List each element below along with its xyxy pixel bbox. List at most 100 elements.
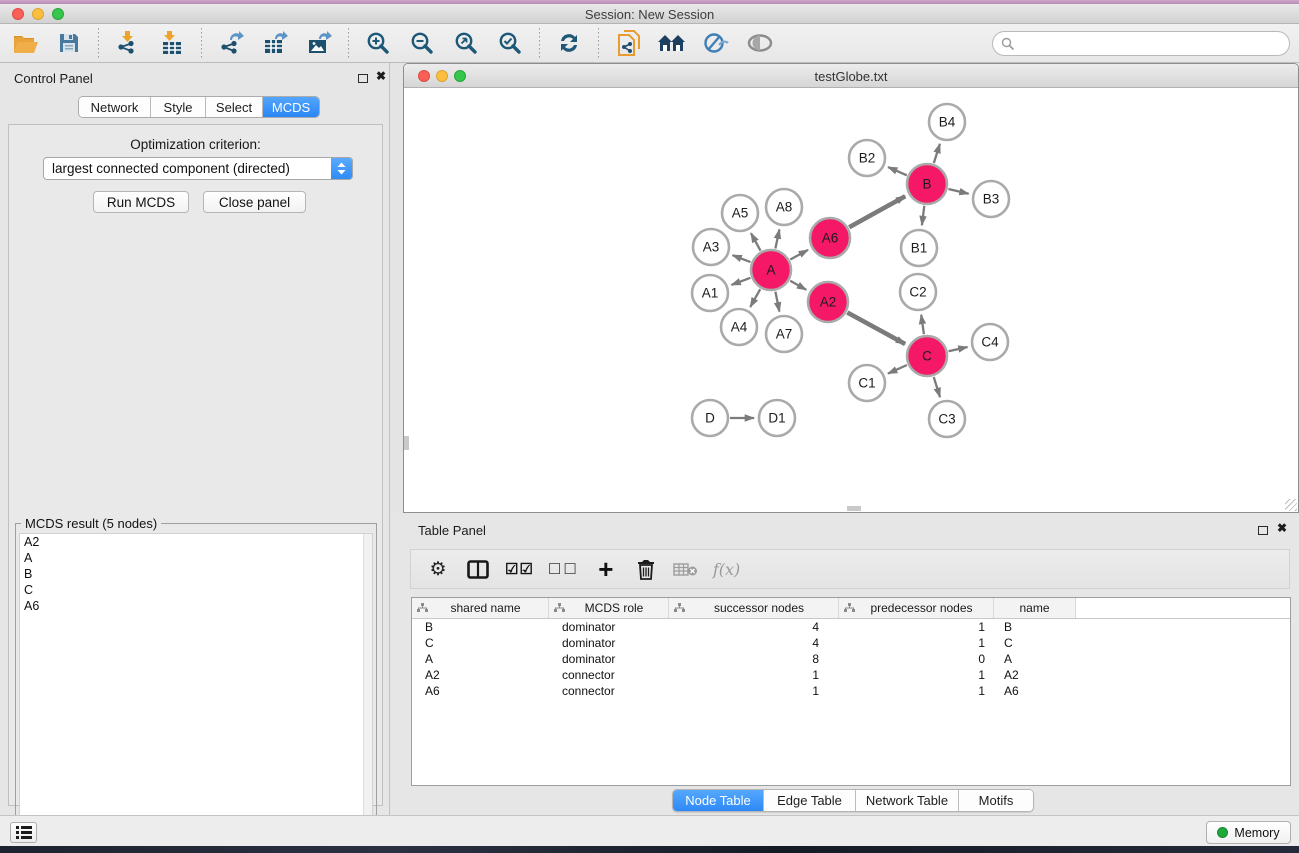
function-builder-button[interactable]: f(x): [713, 555, 740, 583]
graph-node-label: B2: [859, 151, 876, 166]
list-item[interactable]: A: [20, 550, 372, 566]
refresh-button[interactable]: [550, 26, 588, 60]
show-columns-button[interactable]: [465, 555, 491, 583]
vertical-scroll-indicator[interactable]: [404, 436, 409, 450]
hide-labels-button[interactable]: [697, 26, 735, 60]
network-graph[interactable]: B4B2BB3A8A5A6A3B1AC2A1A2A4A7C4CC1DD1C3: [404, 88, 1298, 512]
export-table-button[interactable]: [256, 26, 294, 60]
graph-node-label: B: [922, 177, 931, 192]
graph-edge-B-B3[interactable]: [948, 189, 968, 194]
memory-button[interactable]: Memory: [1206, 821, 1291, 844]
eye-icon: [746, 33, 774, 53]
mcds-result-list[interactable]: A2 A B C A6: [19, 533, 373, 853]
export-network-button[interactable]: [212, 26, 250, 60]
zoom-in-button[interactable]: [359, 26, 397, 60]
graph-edge-B-B2[interactable]: [888, 167, 907, 175]
save-session-button[interactable]: [50, 26, 88, 60]
column-header-mcds-role[interactable]: MCDS role: [549, 598, 669, 618]
open-session-button[interactable]: [6, 26, 44, 60]
export-network-icon: [218, 30, 244, 56]
table-row[interactable]: C dominator 4 1 C: [412, 635, 1290, 651]
delete-table-button[interactable]: [673, 555, 699, 583]
criterion-dropdown[interactable]: largest connected component (directed): [43, 157, 353, 180]
home-view-button[interactable]: [653, 26, 691, 60]
graph-edge-B-B4[interactable]: [934, 144, 940, 163]
column-header-shared-name[interactable]: shared name: [412, 598, 549, 618]
add-row-button[interactable]: +: [593, 555, 619, 583]
table-row[interactable]: A2 connector 1 1 A2: [412, 667, 1290, 683]
graph-edge-A-A2[interactable]: [790, 281, 806, 290]
run-mcds-button[interactable]: Run MCDS: [93, 191, 189, 213]
tab-style[interactable]: Style: [151, 97, 206, 117]
tab-network[interactable]: Network: [79, 97, 151, 117]
select-all-button[interactable]: ☑☑: [505, 555, 534, 583]
graph-edge-B-B1[interactable]: [922, 206, 924, 225]
graph-edge-C-C4[interactable]: [949, 347, 968, 351]
graph-node-label: C1: [858, 376, 875, 391]
graph-edge-A6-B[interactable]: [849, 196, 905, 227]
horizontal-scroll-indicator[interactable]: [847, 506, 861, 511]
list-scrollbar[interactable]: [363, 534, 372, 853]
tab-mcds[interactable]: MCDS: [263, 97, 319, 117]
import-network-button[interactable]: [109, 26, 147, 60]
zoom-selected-icon: [497, 30, 523, 56]
table-row[interactable]: A dominator 8 0 A: [412, 651, 1290, 667]
search-input[interactable]: [1015, 34, 1289, 54]
list-item[interactable]: A2: [20, 534, 372, 550]
tab-edge-table[interactable]: Edge Table: [764, 790, 856, 811]
graph-edge-A-A7[interactable]: [775, 292, 779, 312]
resize-grip[interactable]: [1285, 499, 1297, 511]
network-canvas[interactable]: B4B2BB3A8A5A6A3B1AC2A1A2A4A7C4CC1DD1C3: [404, 88, 1298, 512]
desktop-strip-bottom: [0, 846, 1299, 853]
graph-node-label: C: [922, 349, 932, 364]
table-row[interactable]: B dominator 4 1 B: [412, 619, 1290, 635]
import-table-button[interactable]: [153, 26, 191, 60]
network-view-titlebar[interactable]: testGlobe.txt: [404, 64, 1298, 88]
table-settings-button[interactable]: ⚙: [425, 555, 451, 583]
tab-network-table[interactable]: Network Table: [856, 790, 959, 811]
node-table[interactable]: shared name MCDS role successor nodes pr…: [411, 597, 1291, 786]
control-panel: Control Panel ✖ Network Style Select MCD…: [0, 63, 390, 815]
column-header-successor-nodes[interactable]: successor nodes: [669, 598, 839, 618]
duplicate-network-button[interactable]: [609, 26, 647, 60]
graph-edge-A2-C[interactable]: [847, 313, 905, 345]
graph-edge-A-A4[interactable]: [750, 289, 760, 307]
import-table-icon: [159, 30, 185, 56]
close-table-panel-icon[interactable]: ✖: [1277, 521, 1287, 535]
list-item[interactable]: B: [20, 566, 372, 582]
float-table-panel-icon[interactable]: [1258, 526, 1268, 535]
import-network-icon: [115, 30, 141, 56]
task-history-button[interactable]: [10, 822, 37, 843]
close-panel-button[interactable]: Close panel: [203, 191, 306, 213]
graph-edge-A-A5[interactable]: [751, 233, 761, 251]
list-item[interactable]: A6: [20, 598, 372, 614]
column-header-predecessor-nodes[interactable]: predecessor nodes: [839, 598, 994, 618]
column-header-name[interactable]: name: [994, 598, 1076, 618]
search-field[interactable]: [992, 31, 1290, 56]
status-bar: Memory: [0, 815, 1299, 846]
deselect-all-button[interactable]: ☐☐: [548, 555, 579, 583]
export-image-button[interactable]: [300, 26, 338, 60]
graph-edge-C-C3[interactable]: [934, 377, 940, 397]
tab-select[interactable]: Select: [206, 97, 263, 117]
delete-row-button[interactable]: [633, 555, 659, 583]
toolbar-separator: [348, 28, 349, 58]
show-hide-button[interactable]: [741, 26, 779, 60]
graph-node-label: A7: [776, 327, 793, 342]
zoom-selected-button[interactable]: [491, 26, 529, 60]
graph-edge-C-C1[interactable]: [888, 365, 907, 374]
graph-node-label: A6: [822, 231, 839, 246]
graph-edge-A-A8[interactable]: [775, 230, 779, 249]
zoom-out-button[interactable]: [403, 26, 441, 60]
close-panel-icon[interactable]: ✖: [376, 69, 386, 83]
graph-edge-A-A3[interactable]: [733, 255, 751, 262]
tab-motifs[interactable]: Motifs: [959, 790, 1033, 811]
graph-edge-A-A6[interactable]: [790, 250, 808, 260]
tab-node-table[interactable]: Node Table: [673, 790, 764, 811]
table-row[interactable]: A6 connector 1 1 A6: [412, 683, 1290, 699]
list-item[interactable]: C: [20, 582, 372, 598]
graph-edge-A-A1[interactable]: [732, 278, 751, 285]
zoom-fit-button[interactable]: [447, 26, 485, 60]
float-panel-icon[interactable]: [358, 74, 368, 83]
graph-edge-C-C2[interactable]: [921, 315, 924, 334]
